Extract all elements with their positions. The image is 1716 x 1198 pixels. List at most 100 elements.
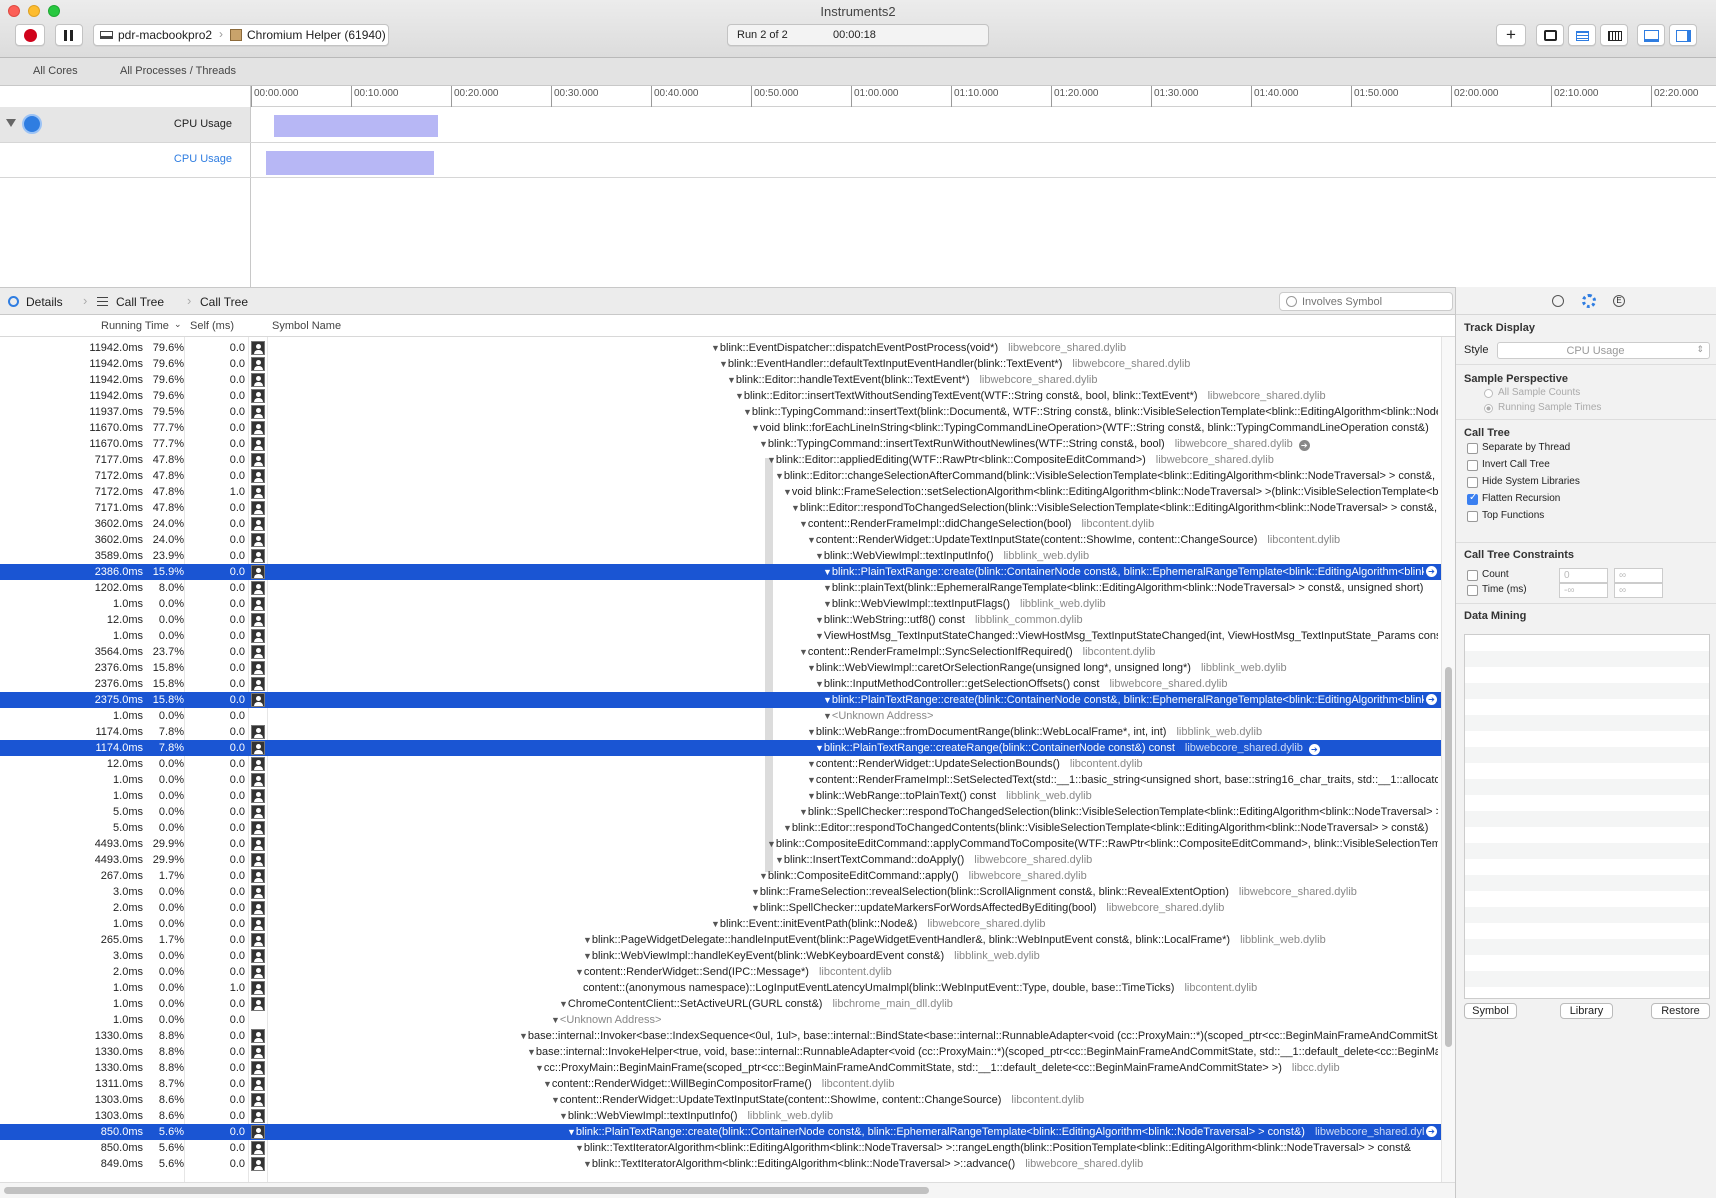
disclosure-triangle-icon[interactable]: ▼ <box>807 791 816 801</box>
disclosure-triangle-icon[interactable]: ▼ <box>815 743 824 753</box>
disclosure-triangle-icon[interactable]: ▼ <box>791 503 800 513</box>
breadcrumb-call-tree[interactable]: Call Tree <box>116 295 164 309</box>
call-tree-row[interactable]: 2376.0ms 15.8% 0.0 ▼blink::InputMethodContr… <box>0 676 1441 692</box>
disclosure-triangle-icon[interactable]: ▼ <box>583 935 592 945</box>
call-tree-row[interactable]: 3.0ms 0.0% 0.0 ▼blink::FrameSelection::reve… <box>0 884 1441 900</box>
call-tree-row[interactable]: 7177.0ms 47.8% 0.0 ▼blink::Editor::appliedE… <box>0 452 1441 468</box>
disclosure-triangle-icon[interactable]: ▼ <box>823 711 832 721</box>
involves-symbol-search[interactable] <box>1279 292 1453 311</box>
go-to-source-icon[interactable]: ➔ <box>1426 694 1437 705</box>
option-checkbox[interactable] <box>1467 492 1478 505</box>
call-tree-row[interactable]: 1.0ms 0.0% 0.0 ▼<Unknown Address> <box>0 1012 1441 1028</box>
disclosure-triangle-icon[interactable]: ▼ <box>815 551 824 561</box>
call-tree-row[interactable]: 4493.0ms 29.9% 0.0 ▼blink::CompositeEditCom… <box>0 836 1441 852</box>
disclosure-triangle-icon[interactable]: ▼ <box>823 599 832 609</box>
time-max-field[interactable]: ∞ <box>1614 583 1663 598</box>
call-tree-row[interactable]: 5.0ms 0.0% 0.0 ▼blink::Editor::respondToCha… <box>0 820 1441 836</box>
vertical-scrollbar[interactable] <box>1441 337 1455 1182</box>
disclosure-triangle-icon[interactable]: ▼ <box>711 919 720 929</box>
call-tree-row[interactable]: 1.0ms 0.0% 0.0 ▼blink::WebRange::toPlainTex… <box>0 788 1441 804</box>
disclosure-triangle-icon[interactable]: ▼ <box>719 359 728 369</box>
disclosure-triangle-icon[interactable]: ▼ <box>815 615 824 625</box>
go-to-source-icon[interactable]: ➔ <box>1426 1126 1437 1137</box>
disclosure-triangle-icon[interactable]: ▼ <box>799 807 808 817</box>
time-ruler[interactable]: 00:00.000 00:10.000 00:20.000 00:30.000 00:4… <box>251 86 1716 107</box>
call-tree-row[interactable]: 11670.0ms 77.7% 0.0 ▼blink::TypingCommand::… <box>0 436 1441 452</box>
add-instrument-button[interactable]: + <box>1496 24 1526 46</box>
option-checkbox[interactable] <box>1467 443 1478 454</box>
call-tree-row[interactable]: 1174.0ms 7.8% 0.0 ▼blink::WebRange::fromDoc… <box>0 724 1441 740</box>
extended-detail-tab-icon[interactable]: E <box>1613 295 1625 307</box>
disclosure-triangle-icon[interactable]: ▼ <box>807 727 816 737</box>
disclosure-triangle-icon[interactable]: ▼ <box>551 1095 560 1105</box>
pause-button[interactable] <box>55 24 83 46</box>
disclosure-triangle-icon[interactable]: ▼ <box>823 583 832 593</box>
disclosure-triangle-icon[interactable]: ▼ <box>535 1063 544 1073</box>
all-sample-counts-radio[interactable] <box>1484 389 1493 398</box>
disclosure-triangle-icon[interactable]: ▼ <box>575 1143 584 1153</box>
call-tree-row[interactable]: 849.0ms 5.6% 0.0 ▼blink::TextIteratorAlgori… <box>0 1156 1441 1172</box>
call-tree-row[interactable]: 7171.0ms 47.8% 0.0 ▼blink::Editor::respondT… <box>0 500 1441 516</box>
target-selector[interactable]: pdr-macbookpro2 › Chromium Helper (61940… <box>93 24 389 46</box>
call-tree-row[interactable]: 1.0ms 0.0% 0.0 ▼blink::Event::initEventPath… <box>0 916 1441 932</box>
hscroll-thumb[interactable] <box>4 1187 929 1194</box>
call-tree-table[interactable]: 11942.0ms 79.6% 0.0 ▼blink::EventDispatcher… <box>0 337 1441 1182</box>
cpu-usage-track[interactable]: CPU Usage <box>0 107 1716 143</box>
scroll-thumb[interactable] <box>1445 667 1452 1047</box>
time-checkbox[interactable] <box>1467 585 1478 596</box>
disclosure-triangle-icon[interactable]: ▼ <box>559 1111 568 1121</box>
restore-button[interactable]: Restore <box>1651 1003 1710 1019</box>
call-tree-row[interactable]: 267.0ms 1.7% 0.0 ▼blink::CompositeEditComma… <box>0 868 1441 884</box>
disclosure-triangle-icon[interactable]: ▼ <box>743 407 752 417</box>
disclosure-triangle-icon[interactable]: ▼ <box>519 1031 528 1041</box>
running-sample-times-radio[interactable] <box>1484 404 1493 413</box>
self-ms-header[interactable]: Self (ms) <box>190 320 234 332</box>
call-tree-row[interactable]: 3602.0ms 24.0% 0.0 ▼content::RenderWidget::… <box>0 532 1441 548</box>
call-tree-row[interactable]: 11670.0ms 77.7% 0.0 ▼void blink::forEachLin… <box>0 420 1441 436</box>
disclosure-triangle-icon[interactable]: ▼ <box>735 391 744 401</box>
call-tree-row[interactable]: 7172.0ms 47.8% 1.0 ▼void blink::FrameSelect… <box>0 484 1441 500</box>
call-tree-row[interactable]: 1.0ms 0.0% 0.0 ▼ChromeContentClient::SetAct… <box>0 996 1441 1012</box>
disclosure-triangle-icon[interactable]: ▼ <box>727 375 736 385</box>
disclosure-triangle-icon[interactable]: ▼ <box>783 487 792 497</box>
count-checkbox[interactable] <box>1467 570 1478 581</box>
strategy-button[interactable] <box>1600 24 1628 46</box>
symbol-name-header[interactable]: Symbol Name <box>272 320 341 332</box>
option-checkbox[interactable] <box>1467 460 1478 471</box>
call-tree-row[interactable]: 265.0ms 1.7% 0.0 ▼blink::PageWidgetDelegate… <box>0 932 1441 948</box>
disclosure-triangle-icon[interactable]: ▼ <box>783 823 792 833</box>
details-menu[interactable]: Details <box>26 295 63 309</box>
toggle-inspector-button[interactable] <box>1669 24 1697 46</box>
call-tree-row[interactable]: 1202.0ms 8.0% 0.0 ▼blink::plainText(blink::… <box>0 580 1441 596</box>
disclosure-triangle-icon[interactable]: ▼ <box>815 631 824 641</box>
option-checkbox[interactable] <box>1467 511 1478 522</box>
call-tree-row[interactable]: 1311.0ms 8.7% 0.0 ▼content::RenderWidget::W… <box>0 1076 1441 1092</box>
detail-view-button[interactable] <box>1568 24 1596 46</box>
go-to-source-icon[interactable]: ➔ <box>1308 744 1320 755</box>
disclosure-triangle-icon[interactable]: ▼ <box>575 967 584 977</box>
breadcrumb-call-tree-2[interactable]: Call Tree <box>200 295 248 309</box>
disclosure-triangle-icon[interactable] <box>6 119 16 127</box>
display-settings-tab-icon[interactable] <box>1582 294 1596 308</box>
call-tree-row[interactable]: 1330.0ms 8.8% 0.0 ▼cc::ProxyMain::BeginMain… <box>0 1060 1441 1076</box>
call-tree-row[interactable]: 4493.0ms 29.9% 0.0 ▼blink::InsertTextComman… <box>0 852 1441 868</box>
data-mining-list[interactable] <box>1464 634 1710 999</box>
library-button[interactable]: Library <box>1560 1003 1613 1019</box>
disclosure-triangle-icon[interactable]: ▼ <box>799 519 808 529</box>
disclosure-triangle-icon[interactable]: ▼ <box>807 535 816 545</box>
disclosure-triangle-icon[interactable]: ▼ <box>775 855 784 865</box>
call-tree-row[interactable]: 1.0ms 0.0% 1.0 content::(anonymous namespac… <box>0 980 1441 996</box>
disclosure-triangle-icon[interactable]: ▼ <box>799 647 808 657</box>
disclosure-triangle-icon[interactable]: ▼ <box>807 775 816 785</box>
call-tree-row[interactable]: 11937.0ms 79.5% 0.0 ▼blink::TypingCommand::… <box>0 404 1441 420</box>
disclosure-triangle-icon[interactable]: ▼ <box>751 903 760 913</box>
running-time-header[interactable]: Running Time <box>101 320 169 332</box>
disclosure-triangle-icon[interactable]: ▼ <box>551 1015 560 1025</box>
time-min-field[interactable]: -∞ <box>1559 583 1608 598</box>
count-max-field[interactable]: ∞ <box>1614 568 1663 583</box>
all-cores-tab[interactable]: All Cores <box>33 65 78 77</box>
call-tree-row[interactable]: 2.0ms 0.0% 0.0 ▼content::RenderWidget::Send… <box>0 964 1441 980</box>
call-tree-row[interactable]: 1303.0ms 8.6% 0.0 ▼content::RenderWidget::U… <box>0 1092 1441 1108</box>
call-tree-row[interactable]: 1.0ms 0.0% 0.0 ▼<Unknown Address> <box>0 708 1441 724</box>
disclosure-triangle-icon[interactable]: ▼ <box>767 455 776 465</box>
